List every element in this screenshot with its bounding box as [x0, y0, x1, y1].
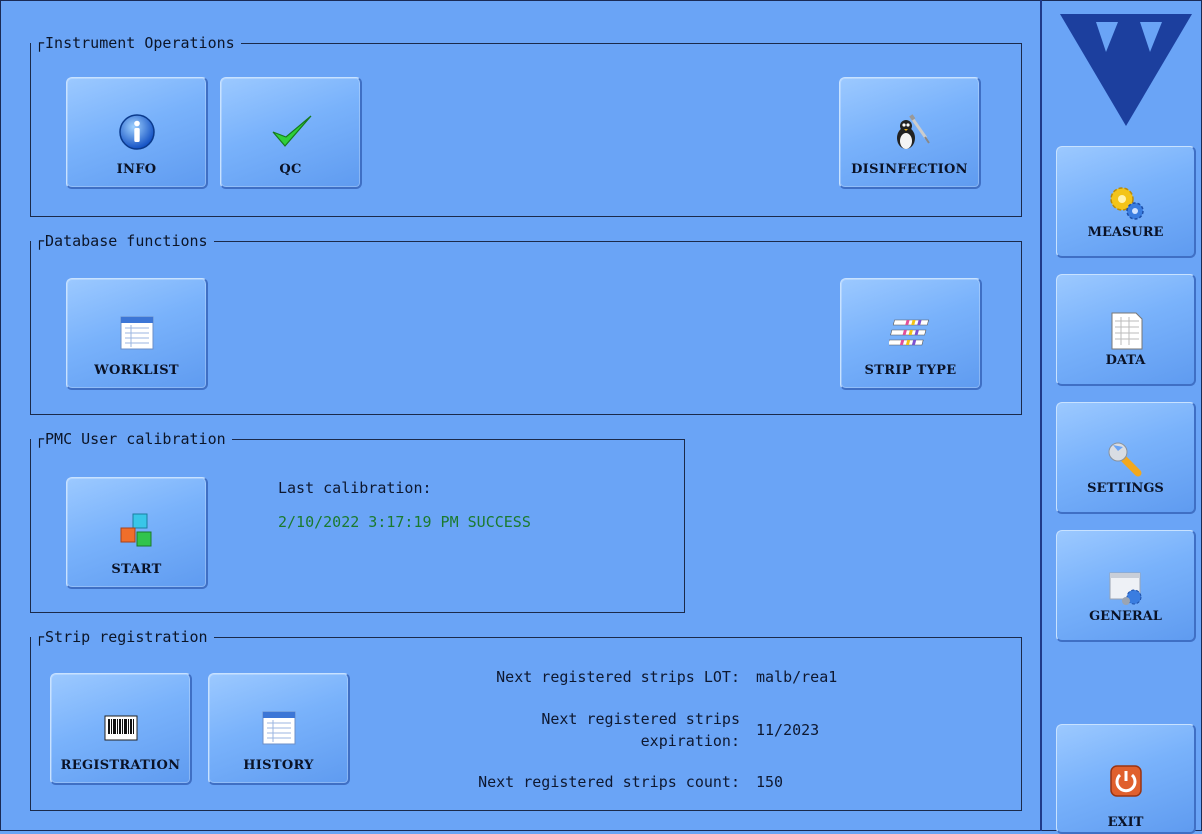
last-calibration-value: 2/10/2022 3:17:19 PM SUCCESS [278, 513, 531, 531]
disinfection-label: DISINFECTION [851, 162, 968, 177]
cubes-icon [120, 513, 151, 547]
general-button[interactable]: GENERAL [1056, 530, 1196, 642]
count-label: Next registered strips count: [478, 773, 740, 791]
expiration-value: 11/2023 [756, 721, 820, 739]
worklist-button[interactable]: WORKLIST [66, 278, 208, 390]
exit-label: EXIT [1107, 815, 1144, 830]
worklist-icon [120, 316, 153, 350]
calibration-title: PMC User calibration [31, 430, 232, 448]
qc-button[interactable]: QC [220, 77, 362, 189]
last-calibration-label: Last calibration: [278, 479, 432, 497]
instrument-operations-title: Instrument Operations [31, 34, 241, 52]
start-calibration-button[interactable]: START [66, 477, 208, 589]
sidebar: MEASURE DATA SETTINGS GENERAL EXIT [1042, 0, 1202, 834]
expiration-label-line1: Next registered strips [541, 710, 740, 728]
expiration-label-line2: expiration: [640, 732, 740, 750]
checkmark-icon [272, 115, 311, 147]
general-label: GENERAL [1089, 609, 1162, 624]
barcode-icon [104, 715, 137, 741]
power-icon [1109, 765, 1142, 797]
registration-label: REGISTRATION [60, 758, 181, 773]
gears-icon [1109, 187, 1144, 220]
start-label: START [111, 562, 162, 577]
data-button[interactable]: DATA [1056, 274, 1196, 386]
qc-label: QC [279, 162, 302, 177]
disinfection-button[interactable]: DISINFECTION [839, 77, 981, 189]
info-button[interactable]: INFO [66, 77, 208, 189]
history-button[interactable]: HISTORY [208, 673, 350, 785]
registration-button[interactable]: REGISTRATION [50, 673, 192, 785]
data-label: DATA [1105, 353, 1146, 368]
info-icon [118, 114, 155, 150]
exit-button[interactable]: EXIT [1056, 724, 1196, 834]
lot-label: Next registered strips LOT: [496, 668, 740, 686]
measure-label: MEASURE [1087, 225, 1164, 240]
strip-type-label: STRIP TYPE [864, 363, 957, 378]
settings-button[interactable]: SETTINGS [1056, 402, 1196, 514]
info-label: INFO [116, 162, 157, 177]
settings-label: SETTINGS [1087, 481, 1164, 496]
disinfection-icon [896, 114, 930, 149]
strip-registration-title: Strip registration [31, 628, 214, 646]
measure-button[interactable]: MEASURE [1056, 146, 1196, 258]
main-panel: Instrument Operations INFO QC DISINFECTI… [0, 0, 1042, 831]
general-config-icon [1109, 572, 1141, 605]
worklist-label: WORKLIST [94, 363, 179, 378]
strip-type-button[interactable]: STRIP TYPE [840, 278, 982, 390]
spreadsheet-icon [1111, 312, 1142, 350]
history-label: HISTORY [243, 758, 314, 773]
history-list-icon [262, 711, 295, 745]
wrench-icon [1108, 442, 1141, 477]
lot-value: malb/rea1 [756, 668, 838, 686]
strips-icon [888, 319, 929, 346]
count-value: 150 [756, 773, 784, 791]
company-logo [1060, 14, 1192, 126]
database-functions-title: Database functions [31, 232, 214, 250]
